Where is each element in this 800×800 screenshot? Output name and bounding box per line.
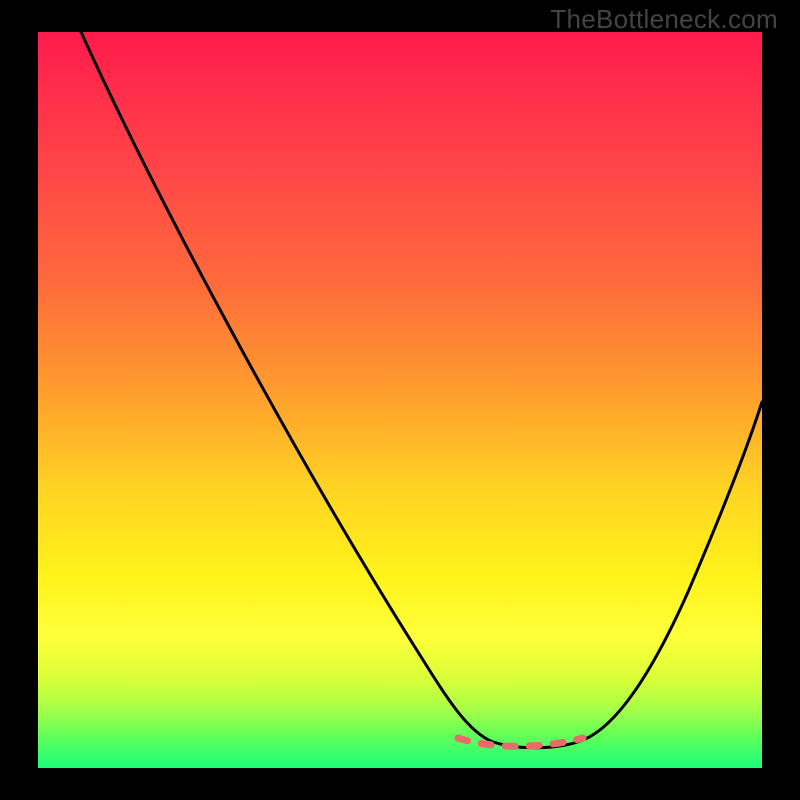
watermark-text: TheBottleneck.com bbox=[550, 4, 778, 35]
optimal-range-marker bbox=[458, 738, 583, 746]
bottleneck-curve bbox=[81, 32, 762, 748]
chart-container: TheBottleneck.com bbox=[0, 0, 800, 800]
curve-svg bbox=[38, 32, 762, 768]
plot-area bbox=[38, 32, 762, 768]
